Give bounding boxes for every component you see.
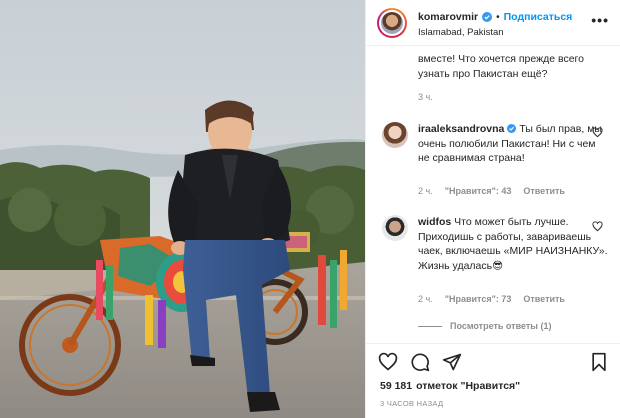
comments-list[interactable]: вместе! Что хочется прежде всего узнать … — [366, 47, 620, 343]
comment-meta: 2 ч. "Нравится": 43 Ответить — [418, 186, 565, 196]
post-timestamp[interactable]: 3 ЧАСОВ НАЗАД — [380, 399, 443, 408]
commenter-avatar[interactable] — [382, 122, 408, 148]
post-location[interactable]: Islamabad, Pakistan — [418, 27, 504, 38]
photo-image — [0, 0, 365, 418]
commenter-avatar[interactable] — [382, 215, 408, 241]
reply-button[interactable]: Ответить — [523, 186, 565, 196]
heart-icon[interactable] — [592, 221, 603, 232]
heart-icon[interactable] — [592, 127, 603, 138]
likes-summary[interactable]: 59 181 отметок "Нравится" — [380, 380, 520, 392]
likes-text: отметок "Нравится" — [416, 380, 521, 392]
view-replies-button[interactable]: Посмотреть ответы (1) — [418, 321, 551, 331]
bookmark-icon[interactable] — [589, 352, 609, 372]
comment-meta: 3 ч. — [418, 92, 433, 102]
share-icon[interactable] — [442, 352, 462, 372]
comment-time[interactable]: 2 ч. — [418, 186, 433, 196]
commenter-username[interactable]: widfos — [418, 216, 451, 228]
replies-divider — [418, 325, 442, 327]
heart-icon[interactable] — [378, 352, 398, 372]
comment-time[interactable]: 3 ч. — [418, 92, 433, 102]
commenter-username[interactable]: iraaleksandrovna — [418, 123, 504, 135]
post-photo[interactable] — [0, 0, 365, 418]
view-replies-label: Посмотреть ответы (1) — [450, 321, 552, 331]
instagram-post: komarovmir • Подписаться Islamabad, Paki… — [0, 0, 620, 418]
author-row: komarovmir • Подписаться — [418, 11, 572, 23]
verified-badge-icon — [507, 124, 517, 133]
comment-body: iraaleksandrovna Ты был прав, мы очень по… — [418, 122, 608, 166]
comment-time[interactable]: 2 ч. — [418, 294, 433, 304]
post-header: komarovmir • Подписаться Islamabad, Paki… — [366, 0, 620, 46]
more-options-icon[interactable]: ••• — [591, 12, 609, 28]
comment-body: widfos Что может быть лучше. Приходишь с… — [418, 215, 608, 273]
likes-count: 59 181 — [380, 380, 413, 392]
post-side-panel: komarovmir • Подписаться Islamabad, Paki… — [365, 0, 620, 418]
reply-button[interactable]: Ответить — [523, 294, 565, 304]
comment-icon[interactable] — [410, 352, 430, 372]
verified-badge-icon — [482, 12, 493, 22]
author-avatar[interactable] — [377, 8, 407, 38]
post-actions-bar — [366, 343, 620, 378]
comment-likes[interactable]: "Нравится": 43 — [445, 186, 512, 196]
follow-button[interactable]: Подписаться — [504, 11, 573, 23]
comment-meta: 2 ч. "Нравится": 73 Ответить — [418, 294, 565, 304]
comment-likes[interactable]: "Нравится": 73 — [445, 294, 512, 304]
comment-text: вместе! Что хочется прежде всего узнать … — [418, 53, 584, 80]
author-avatar-image — [381, 12, 403, 34]
separator-dot: • — [496, 11, 500, 23]
author-username[interactable]: komarovmir — [418, 11, 478, 23]
